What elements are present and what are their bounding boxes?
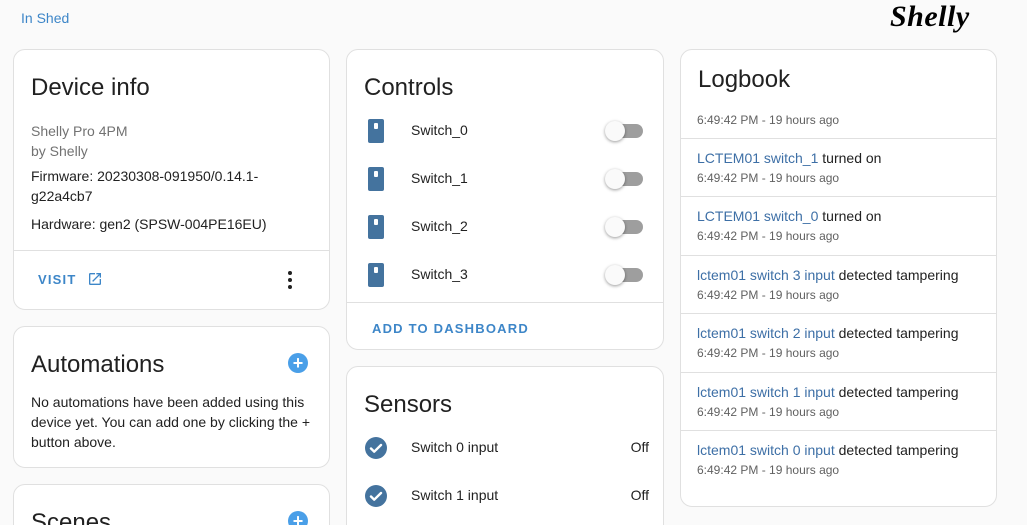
log-action: turned on (818, 208, 882, 224)
control-row-switch-3: Switch_3 (347, 252, 663, 300)
check-circle-icon (365, 485, 387, 507)
log-action: detected tampering (834, 384, 959, 400)
log-separator (681, 138, 996, 139)
switch-3-toggle[interactable] (605, 265, 643, 285)
switch-icon (368, 263, 384, 287)
add-to-dashboard-button[interactable]: ADD TO DASHBOARD (372, 321, 529, 336)
firmware-line-1: Firmware: 20230308-091950/0.14.1- (31, 168, 259, 184)
open-in-new-icon (88, 273, 101, 285)
brand-logo: Shelly (888, 0, 1000, 36)
control-label[interactable]: Switch_3 (411, 266, 468, 282)
log-time: 6:49:42 PM - 19 hours ago (697, 463, 840, 477)
log-entity-link[interactable]: LCTEM01 switch_1 (697, 150, 818, 166)
add-scene-button[interactable]: + (288, 511, 308, 525)
log-first-time: 6:49:42 PM - 19 hours ago (697, 113, 840, 127)
card-divider (14, 250, 329, 251)
sensor-row-switch-0-input: Switch 0 input Off (347, 425, 663, 473)
area-link[interactable]: In Shed (21, 10, 69, 26)
log-entity-link[interactable]: lctem01 switch 0 input (697, 442, 835, 458)
card-divider (347, 302, 663, 303)
log-separator (681, 196, 996, 197)
log-time: 6:49:42 PM - 19 hours ago (697, 346, 840, 360)
log-action: turned on (818, 150, 882, 166)
manufacturer: by Shelly (31, 143, 88, 159)
control-row-switch-2: Switch_2 (347, 204, 663, 252)
sensor-label[interactable]: Switch 1 input (411, 487, 498, 503)
device-info-title: Device info (31, 74, 150, 101)
device-info-card: Device info Shelly Pro 4PM by Shelly Fir… (13, 49, 330, 310)
log-time: 6:49:42 PM - 19 hours ago (697, 229, 840, 243)
more-options-icon[interactable] (280, 269, 300, 291)
scenes-title: Scenes (31, 509, 112, 525)
sensor-state: Off (630, 439, 649, 455)
automations-empty-text: No automations have been added using thi… (31, 394, 311, 450)
log-separator (681, 313, 996, 314)
sensor-state: Off (630, 487, 649, 503)
logbook-card: Logbook 6:49:42 PM - 19 hours ago LCTEM0… (680, 49, 997, 507)
log-entity-link[interactable]: lctem01 switch 2 input (697, 325, 835, 341)
add-automation-button[interactable]: + (288, 353, 308, 373)
brand-logo-text: Shelly (890, 0, 970, 33)
switch-2-toggle[interactable] (605, 217, 643, 237)
switch-icon (368, 215, 384, 239)
sensor-row-switch-1-input: Switch 1 input Off (347, 473, 663, 521)
firmware-line-2: g22a4cb7 (31, 188, 93, 204)
log-action: detected tampering (834, 267, 959, 283)
control-label[interactable]: Switch_0 (411, 122, 468, 138)
log-separator (681, 430, 996, 431)
switch-icon (368, 167, 384, 191)
control-row-switch-1: Switch_1 (347, 156, 663, 204)
sensor-label[interactable]: Switch 0 input (411, 439, 498, 455)
switch-0-toggle[interactable] (605, 121, 643, 141)
switch-1-toggle[interactable] (605, 169, 643, 189)
control-label[interactable]: Switch_2 (411, 218, 468, 234)
log-time: 6:49:42 PM - 19 hours ago (697, 405, 840, 419)
controls-card: Controls Switch_0 Switch_1 Switch_2 Swit… (346, 49, 664, 350)
log-time: 6:49:42 PM - 19 hours ago (697, 171, 840, 185)
control-label[interactable]: Switch_1 (411, 170, 468, 186)
controls-title: Controls (364, 74, 454, 101)
log-time: 6:49:42 PM - 19 hours ago (697, 288, 840, 302)
log-action: detected tampering (834, 325, 959, 341)
log-separator (681, 372, 996, 373)
device-page: In Shed Shelly Device info Shelly Pro 4P… (0, 0, 1027, 525)
visit-button[interactable]: VISIT (38, 271, 103, 287)
model-name: Shelly Pro 4PM (31, 123, 128, 139)
log-entity-link[interactable]: LCTEM01 switch_0 (697, 208, 818, 224)
device-model: Shelly Pro 4PM by Shelly (31, 121, 127, 161)
automations-card: Automations + No automations have been a… (13, 326, 330, 468)
log-separator (681, 255, 996, 256)
sensors-title: Sensors (364, 391, 453, 418)
control-row-switch-0: Switch_0 (347, 108, 663, 156)
automations-title: Automations (31, 351, 165, 378)
switch-icon (368, 119, 384, 143)
hardware-line: Hardware: gen2 (SPSW-004PE16EU) (31, 216, 267, 232)
logbook-title: Logbook (698, 66, 791, 93)
visit-label: VISIT (38, 271, 77, 287)
check-circle-icon (365, 437, 387, 459)
log-entity-link[interactable]: lctem01 switch 1 input (697, 384, 835, 400)
log-action: detected tampering (834, 442, 959, 458)
sensors-card: Sensors Switch 0 input Off Switch 1 inpu… (346, 366, 664, 525)
log-entity-link[interactable]: lctem01 switch 3 input (697, 267, 835, 283)
scenes-card: Scenes + (13, 484, 330, 525)
